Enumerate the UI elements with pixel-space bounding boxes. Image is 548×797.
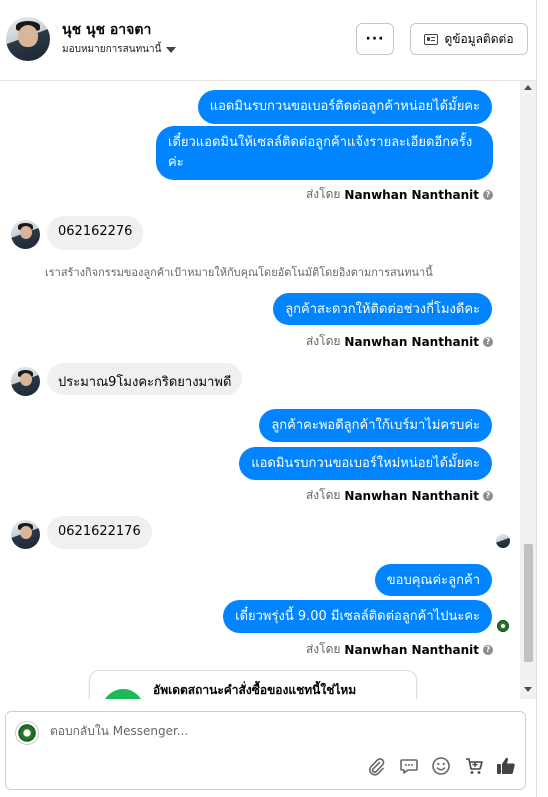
sent-by-label: ส่งโดย Nanwhan Nanthanit ? xyxy=(306,486,493,505)
outgoing-message[interactable]: ขอบคุณค่ะลูกค้า xyxy=(374,564,492,596)
contact-name[interactable]: นุช นุช อาจตา xyxy=(62,19,151,41)
caret-down-icon xyxy=(166,46,177,53)
cart-icon[interactable] xyxy=(462,754,486,778)
outgoing-message[interactable]: ลูกค้าคะพอดีลูกค้าใก้เบร์มาไม่ครบค่ะ xyxy=(259,409,492,442)
incoming-message[interactable]: ประมาณ9โมงคะกริดยางมาพดี xyxy=(47,363,243,395)
reply-composer xyxy=(5,711,526,790)
order-status-icon xyxy=(102,689,144,699)
sent-by-text: ส่งโดย xyxy=(305,488,341,502)
order-status-title: อัพเดตสถานะคำสั่งซื้อของแชทนี้ใช่ไหม xyxy=(153,683,357,697)
incoming-message[interactable]: 062162276 xyxy=(47,216,144,250)
more-icon: ··· xyxy=(365,31,385,47)
contact-avatar-small[interactable] xyxy=(11,367,40,396)
agent-name: Nanwhan Nanthanit xyxy=(344,642,479,657)
help-icon[interactable]: ? xyxy=(483,336,493,347)
agent-name: Nanwhan Nanthanit xyxy=(344,334,479,349)
message-thread: แอดมินรบกวนขอเบอร์ติดต่อลูกค้าหน่อยได้มั… xyxy=(0,81,520,699)
contact-avatar-small[interactable] xyxy=(11,220,40,249)
sent-by-label: ส่งโดย Nanwhan Nanthanit ? xyxy=(306,332,493,351)
sent-by-text: ส่งโดย xyxy=(305,187,341,201)
thumbs-up-icon[interactable] xyxy=(494,754,518,778)
assign-label: มอบหมายการสนทนานี้ xyxy=(62,44,162,55)
thread-scrollbar[interactable] xyxy=(520,81,536,699)
contact-card-icon xyxy=(424,33,439,45)
help-icon[interactable]: ? xyxy=(483,644,493,655)
seen-page-avatar xyxy=(496,619,510,633)
outgoing-message[interactable]: เดี๋ยวพรุ่งนี้ 9.00 มีเซลล์ติดต่อลูกค้าไ… xyxy=(223,600,492,633)
emoji-icon[interactable] xyxy=(429,754,453,778)
conversation-header: นุช นุช อาจตา มอบหมายการสนทนานี้ ··· ดูข… xyxy=(0,0,536,81)
page-avatar xyxy=(15,721,39,745)
help-icon[interactable]: ? xyxy=(483,189,493,200)
assign-conversation-dropdown[interactable]: มอบหมายการสนทนานี้ xyxy=(62,42,177,57)
outgoing-message[interactable]: แอดมินรบกวนขอเบอร์ใหม่หน่อยได้มั้ยคะ xyxy=(239,447,492,480)
saved-reply-icon[interactable] xyxy=(397,754,421,778)
outgoing-message[interactable]: ลูกค้าสะดวกให้ติดต่อช่วงกี่โมงดีคะ xyxy=(273,293,492,325)
outgoing-message[interactable]: เดี๋ยวแอดมินให้เซลล์ติดต่อลูกค้าแจ้งรายล… xyxy=(156,126,493,180)
messenger-panel: นุช นุช อาจตา มอบหมายการสนทนานี้ ··· ดูข… xyxy=(0,0,537,797)
contact-avatar[interactable] xyxy=(6,17,50,61)
reply-input[interactable] xyxy=(50,724,450,738)
scroll-up-icon[interactable] xyxy=(524,85,532,90)
sent-by-label: ส่งโดย Nanwhan Nanthanit ? xyxy=(306,185,493,204)
outgoing-message[interactable]: แอดมินรบกวนขอเบอร์ติดต่อลูกค้าหน่อยได้มั… xyxy=(197,90,492,124)
sent-by-text: ส่งโดย xyxy=(305,334,341,348)
view-contact-button[interactable]: ดูข้อมูลติดต่อ xyxy=(410,23,528,55)
sent-by-text: ส่งโดย xyxy=(305,642,341,656)
incoming-message[interactable]: 0621622176 xyxy=(47,516,152,549)
agent-name: Nanwhan Nanthanit xyxy=(344,488,479,503)
scroll-down-icon[interactable] xyxy=(524,687,532,692)
system-note: เราสร้างกิจกรรมของลูกค้าเป้าหมายให้กับคุ… xyxy=(45,266,433,279)
more-options-button[interactable]: ··· xyxy=(356,23,394,55)
contact-avatar-small[interactable] xyxy=(11,520,40,549)
view-contact-label: ดูข้อมูลติดต่อ xyxy=(444,31,514,46)
sent-by-label: ส่งโดย Nanwhan Nanthanit ? xyxy=(306,640,493,659)
attachment-icon[interactable] xyxy=(364,754,388,778)
seen-avatar xyxy=(496,534,510,548)
scrollbar-thumb[interactable] xyxy=(524,544,533,662)
agent-name: Nanwhan Nanthanit xyxy=(344,187,479,202)
help-icon[interactable]: ? xyxy=(483,490,493,501)
order-status-card[interactable]: อัพเดตสถานะคำสั่งซื้อของแชทนี้ใช่ไหม xyxy=(89,670,417,699)
